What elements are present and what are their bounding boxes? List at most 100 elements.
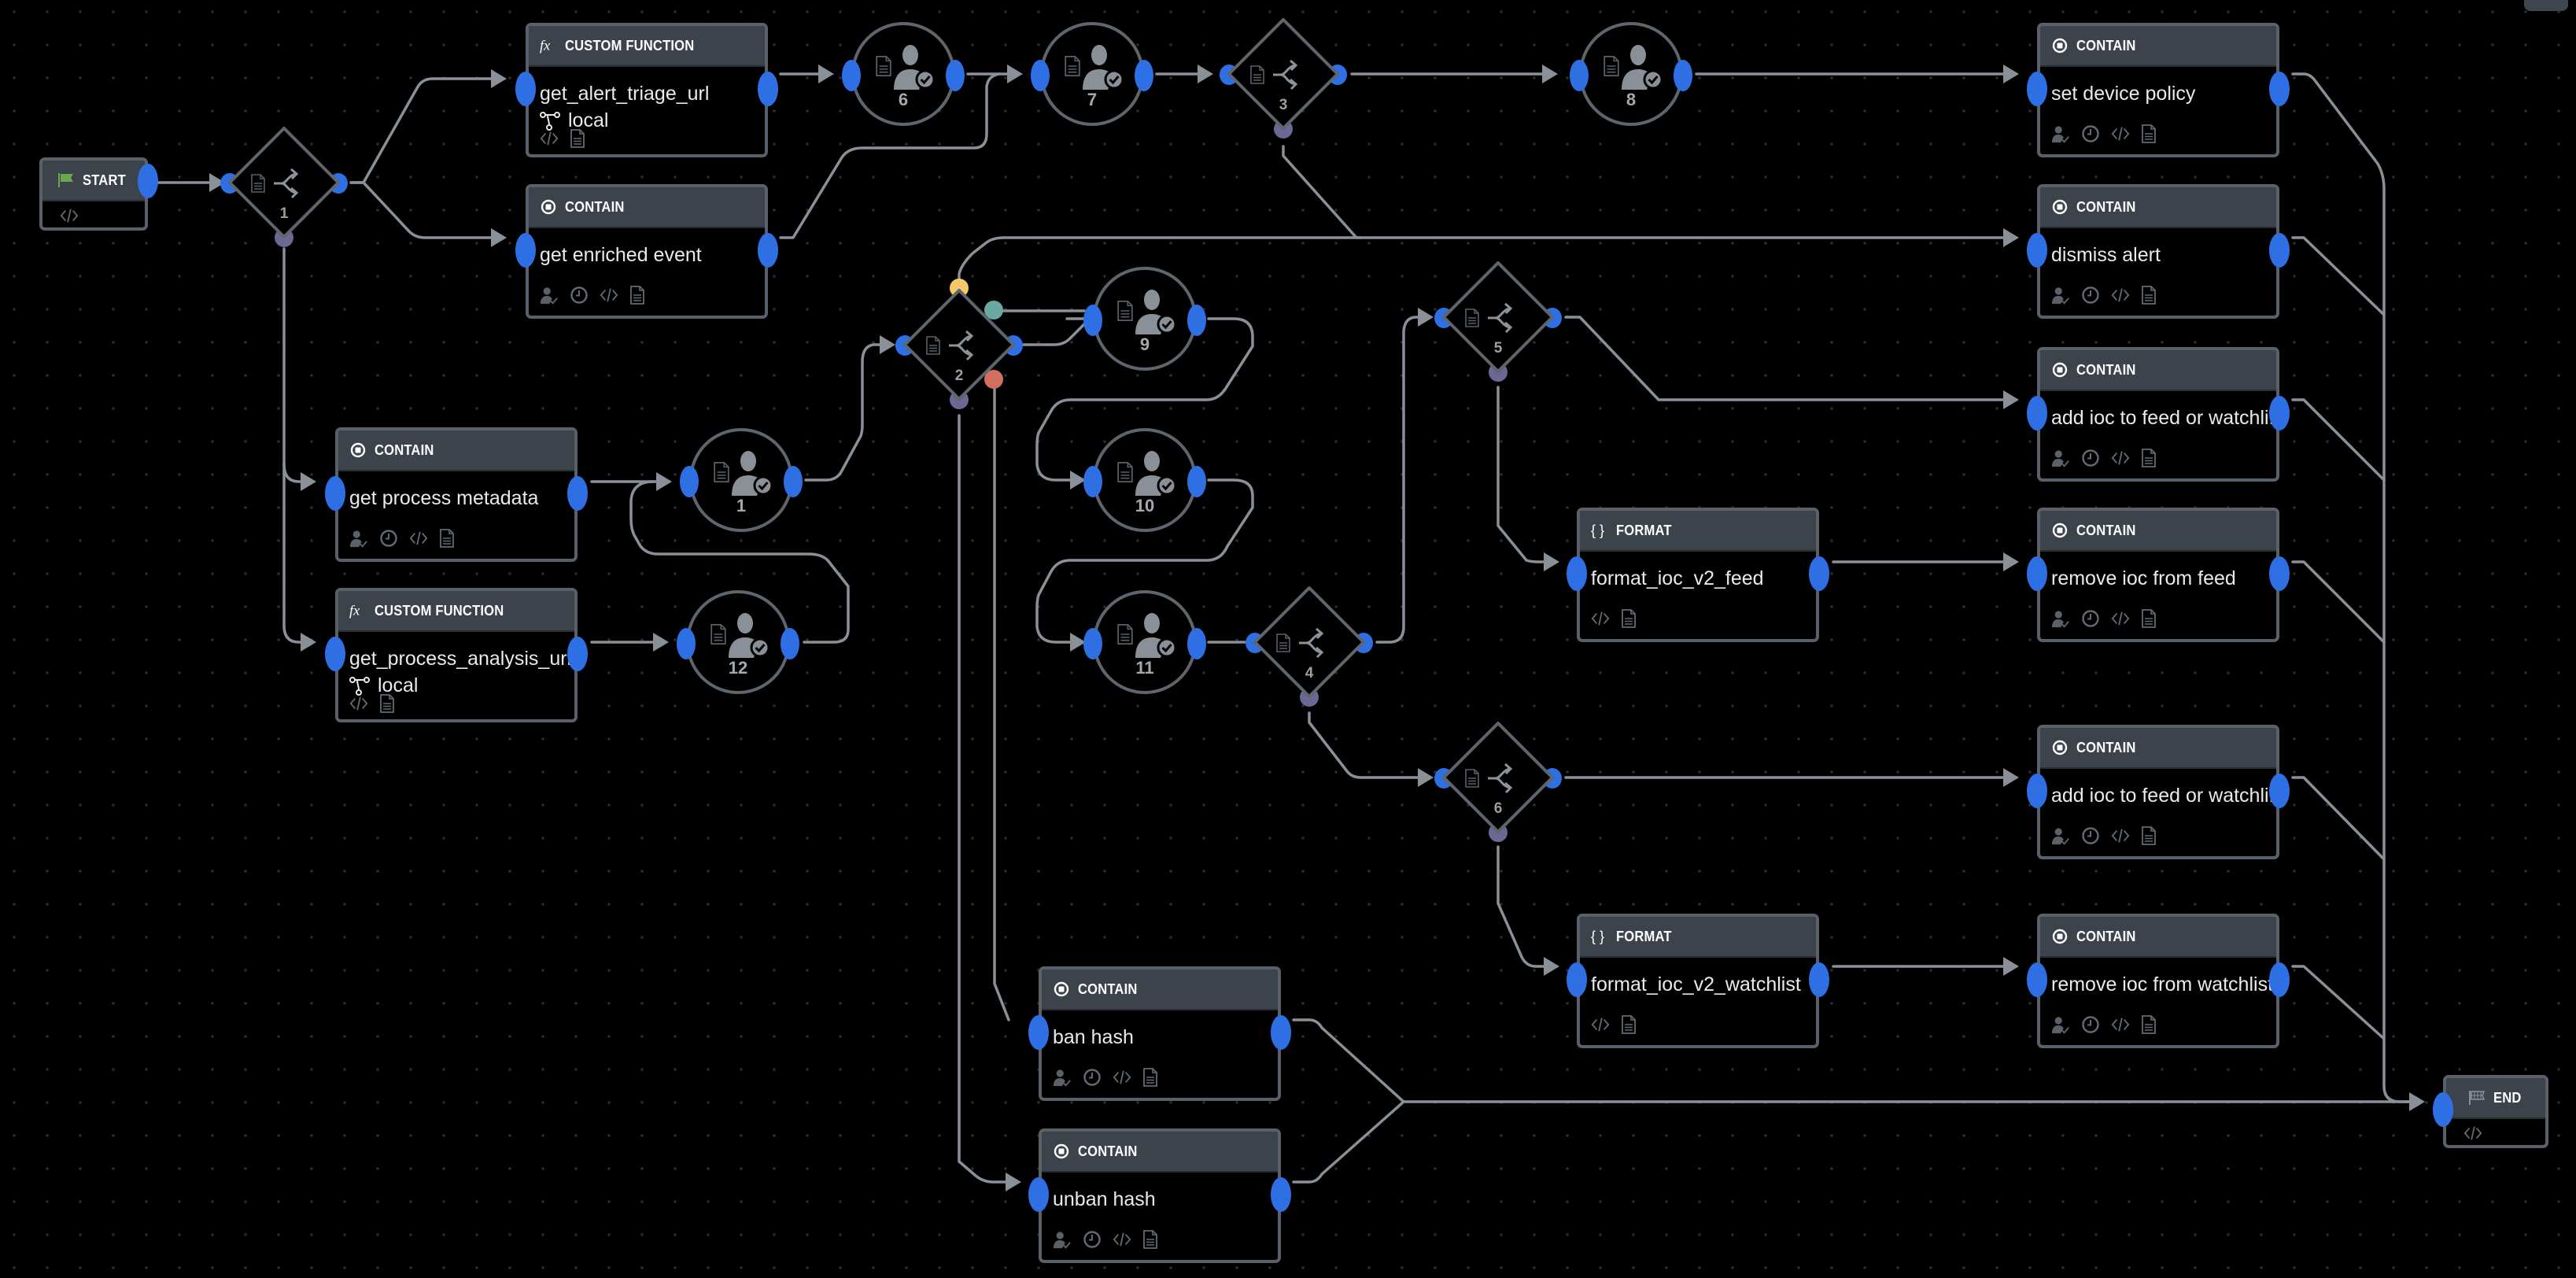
input-port[interactable] xyxy=(2027,556,2047,591)
prompt-node-11[interactable]: 11 xyxy=(1083,590,1206,694)
action-block-get-process-metadata[interactable]: CONTAIN get process metadata xyxy=(325,427,588,562)
output-port[interactable] xyxy=(1187,628,1206,659)
input-port[interactable] xyxy=(2027,233,2047,268)
output-port[interactable] xyxy=(1135,60,1153,91)
input-port[interactable] xyxy=(325,637,345,671)
edge-connector[interactable] xyxy=(958,414,1010,1184)
edge-connector[interactable] xyxy=(2291,560,2386,644)
action-block-get-alert-triage-url[interactable]: fx CUSTOM FUNCTION get_alert_triage_url loc… xyxy=(515,23,778,157)
decision-node-1[interactable]: 1 xyxy=(220,124,348,247)
user-check-icon[interactable] xyxy=(2051,449,2070,467)
user-check-icon[interactable] xyxy=(349,529,368,548)
output-port[interactable] xyxy=(946,60,965,91)
code-icon[interactable] xyxy=(2111,449,2130,467)
code-icon[interactable] xyxy=(2463,1124,2482,1143)
input-port[interactable] xyxy=(2027,774,2047,808)
edge-connector[interactable] xyxy=(804,343,884,482)
clock-icon[interactable] xyxy=(379,529,398,548)
code-icon[interactable] xyxy=(1591,609,1610,628)
clock-icon[interactable] xyxy=(2081,609,2100,628)
prompt-node-7[interactable]: 7 xyxy=(1031,22,1153,126)
document-icon[interactable] xyxy=(2141,609,2160,628)
clock-icon[interactable] xyxy=(570,286,589,305)
code-icon[interactable] xyxy=(2111,1015,2130,1034)
user-check-icon[interactable] xyxy=(1053,1230,1072,1249)
output-port[interactable] xyxy=(2269,72,2290,106)
clock-icon[interactable] xyxy=(2081,1015,2100,1034)
user-check-icon[interactable] xyxy=(2051,609,2070,628)
code-icon[interactable] xyxy=(60,206,79,225)
document-icon[interactable] xyxy=(629,286,648,305)
action-block-add-ioc-2[interactable]: CONTAIN add ioc to feed or watchli... xyxy=(2027,725,2290,859)
document-icon[interactable] xyxy=(2141,826,2160,845)
output-port[interactable] xyxy=(2269,233,2290,268)
edge-connector[interactable] xyxy=(2291,398,2386,482)
document-icon[interactable] xyxy=(2141,449,2160,467)
decision-node-6[interactable]: 6 xyxy=(1434,718,1562,842)
action-block-remove-ioc-from-feed[interactable]: CONTAIN remove ioc from feed xyxy=(2027,508,2290,642)
code-icon[interactable] xyxy=(1113,1068,1131,1087)
document-icon[interactable] xyxy=(1621,609,1640,628)
output-port[interactable] xyxy=(781,628,799,659)
prompt-node-9[interactable]: 9 xyxy=(1083,267,1206,371)
document-icon[interactable] xyxy=(439,529,458,548)
prompt-node-1[interactable]: 1 xyxy=(680,428,803,532)
output-port[interactable] xyxy=(1809,962,1829,997)
input-port[interactable] xyxy=(1028,1177,1049,1212)
action-block-add-ioc-1[interactable]: CONTAIN add ioc to feed or watchli... xyxy=(2027,347,2290,482)
input-port[interactable] xyxy=(1083,628,1102,659)
decision-node-4[interactable]: 4 xyxy=(1246,583,1373,707)
edge-connector[interactable] xyxy=(1292,1100,1405,1184)
code-icon[interactable] xyxy=(349,694,368,713)
output-port[interactable] xyxy=(1809,556,1829,591)
edge-connector[interactable] xyxy=(1497,845,1548,968)
output-port[interactable] xyxy=(1187,466,1206,497)
edge-connector[interactable] xyxy=(2291,72,2414,1103)
code-icon[interactable] xyxy=(1591,1015,1610,1034)
input-port[interactable] xyxy=(1567,962,1587,997)
output-port[interactable] xyxy=(1674,60,1692,91)
code-icon[interactable] xyxy=(2111,826,2130,845)
action-block-set-device-policy[interactable]: CONTAIN set device policy xyxy=(2027,23,2290,157)
edge-connector[interactable] xyxy=(2291,965,2386,1040)
input-port[interactable] xyxy=(842,60,861,91)
clock-icon[interactable] xyxy=(1083,1230,1102,1249)
code-icon[interactable] xyxy=(1113,1230,1131,1249)
output-port[interactable] xyxy=(567,476,588,511)
input-port[interactable] xyxy=(677,628,696,659)
edge-connector[interactable] xyxy=(2291,236,2386,316)
code-icon[interactable] xyxy=(409,529,428,548)
prompt-node-12[interactable]: 12 xyxy=(677,590,799,694)
input-port[interactable] xyxy=(2027,962,2047,997)
edge-connector[interactable] xyxy=(1308,711,1423,779)
input-port[interactable] xyxy=(2027,396,2047,430)
decision-node-3[interactable]: 3 xyxy=(1220,15,1347,139)
output-port[interactable] xyxy=(758,72,778,106)
document-icon[interactable] xyxy=(1142,1068,1161,1087)
user-check-icon[interactable] xyxy=(2051,286,2070,305)
input-port[interactable] xyxy=(1570,60,1589,91)
code-icon[interactable] xyxy=(2111,124,2130,143)
input-port[interactable] xyxy=(680,466,699,497)
edge-connector[interactable] xyxy=(349,181,496,239)
user-check-icon[interactable] xyxy=(2051,826,2070,845)
input-port[interactable] xyxy=(2027,72,2047,106)
document-icon[interactable] xyxy=(1142,1230,1161,1249)
document-icon[interactable] xyxy=(2141,286,2160,305)
start-output-port[interactable] xyxy=(138,164,158,198)
edge-connector[interactable] xyxy=(1375,316,1423,644)
output-port[interactable] xyxy=(1271,1177,1291,1212)
input-port[interactable] xyxy=(1083,466,1102,497)
code-icon[interactable] xyxy=(2111,609,2130,628)
output-port[interactable] xyxy=(2269,556,2290,591)
edge-connector[interactable] xyxy=(993,386,1010,1021)
user-check-icon[interactable] xyxy=(2051,124,2070,143)
output-port[interactable] xyxy=(2269,774,2290,808)
output-port[interactable] xyxy=(2269,396,2290,430)
input-port[interactable] xyxy=(1028,1015,1049,1050)
document-icon[interactable] xyxy=(379,694,398,713)
user-check-icon[interactable] xyxy=(540,286,559,305)
prompt-node-10[interactable]: 10 xyxy=(1083,428,1206,532)
action-block-ban-hash[interactable]: CONTAIN ban hash xyxy=(1028,966,1291,1101)
user-check-icon[interactable] xyxy=(1053,1068,1072,1087)
